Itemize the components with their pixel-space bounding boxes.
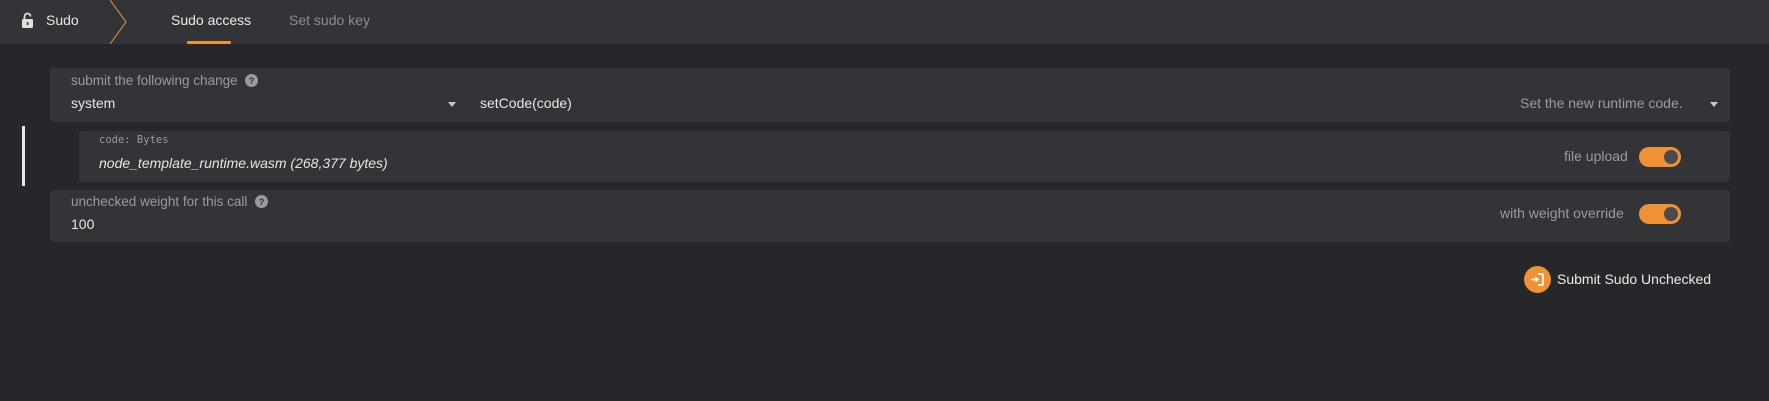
toggle-knob	[1664, 150, 1678, 164]
change-label-wrap: submit the following change ?	[71, 73, 259, 88]
call-description: Set the new runtime code.	[1520, 95, 1683, 111]
breadcrumb-separator-icon	[109, 0, 127, 44]
call-select-value: setCode(code)	[480, 95, 572, 111]
param-indent-bar	[22, 126, 25, 186]
unlock-icon	[22, 12, 33, 28]
change-label: submit the following change	[71, 73, 238, 88]
toggle-knob	[1664, 207, 1678, 221]
change-selector-panel: submit the following change ? system set…	[50, 68, 1730, 122]
weight-label-wrap: unchecked weight for this call ?	[71, 194, 269, 209]
weight-override-toggle[interactable]	[1639, 204, 1681, 224]
sign-in-icon	[1524, 265, 1551, 293]
weight-label: unchecked weight for this call	[71, 194, 248, 209]
file-upload-toggle[interactable]	[1639, 147, 1681, 167]
module-select[interactable]: system	[50, 90, 470, 120]
section-title: Sudo	[46, 12, 79, 28]
chevron-down-icon	[448, 102, 456, 107]
chevron-down-icon	[1710, 102, 1718, 107]
svg-text:?: ?	[249, 76, 255, 87]
weight-panel: unchecked weight for this call ? 100 wit…	[50, 190, 1730, 242]
active-tab-indicator	[187, 41, 231, 44]
svg-text:?: ?	[259, 197, 265, 208]
section-header: Sudo	[0, 0, 127, 44]
help-icon[interactable]: ?	[245, 74, 259, 87]
submit-sudo-unchecked-button[interactable]: Submit Sudo Unchecked	[1524, 265, 1724, 293]
param-type-label: code: Bytes	[99, 134, 169, 146]
weight-input[interactable]: 100	[71, 216, 94, 232]
file-upload-value[interactable]: node_template_runtime.wasm (268,377 byte…	[99, 155, 388, 171]
code-param-panel: code: Bytes node_template_runtime.wasm (…	[79, 131, 1730, 182]
call-select[interactable]: setCode(code) Set the new runtime code.	[480, 90, 1725, 120]
submit-button-label: Submit Sudo Unchecked	[1557, 271, 1712, 287]
tab-set-sudo-key[interactable]: Set sudo key	[289, 12, 370, 28]
top-navigation-bar: Sudo Sudo access Set sudo key	[0, 0, 1769, 44]
tab-sudo-access[interactable]: Sudo access	[171, 12, 251, 28]
weight-override-toggle-label: with weight override	[1500, 205, 1624, 221]
module-select-value: system	[71, 95, 116, 111]
file-upload-toggle-label: file upload	[1564, 148, 1628, 164]
help-icon[interactable]: ?	[255, 195, 269, 208]
